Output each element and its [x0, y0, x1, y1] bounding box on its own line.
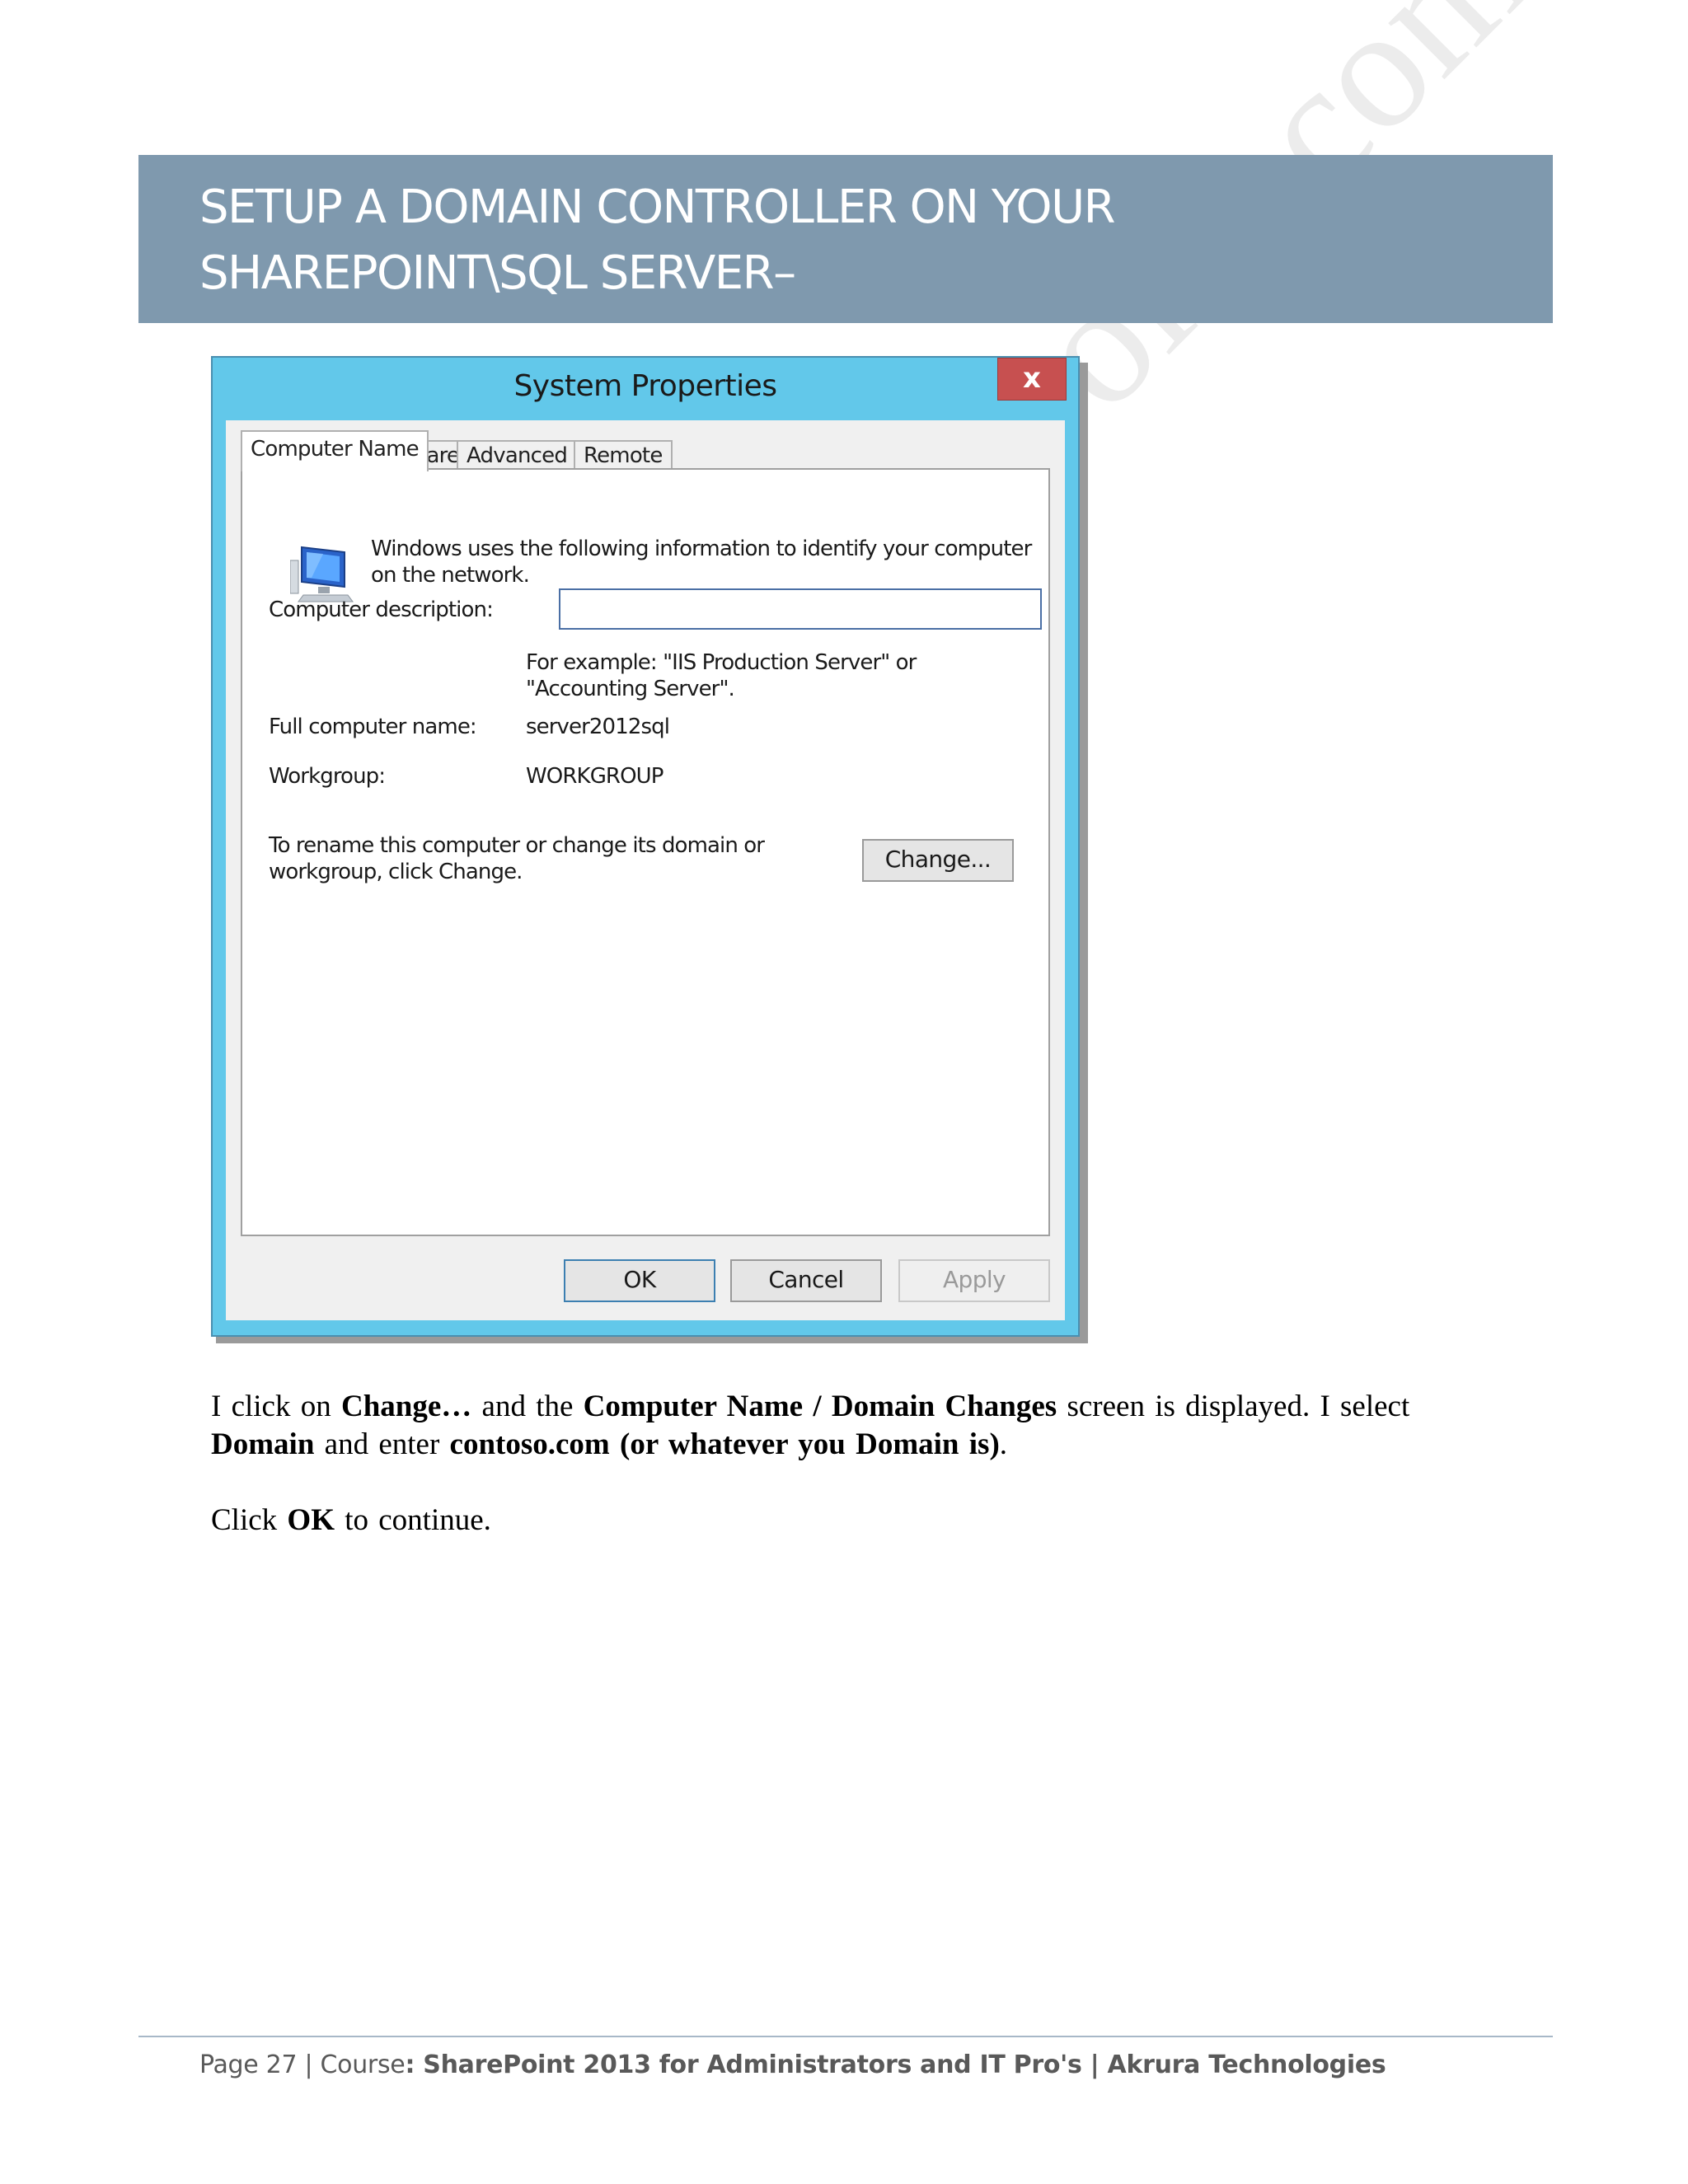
close-button[interactable]: x: [997, 358, 1067, 401]
full-computer-name-value: server2012sql: [526, 715, 670, 739]
instruction-paragraph: I click on Change… and the Computer Name…: [211, 1388, 1472, 1464]
footer-page-number: Page 27 | Course: [199, 2050, 406, 2079]
page-footer: Page 27 | Course: SharePoint 2013 for Ad…: [199, 2050, 1386, 2079]
body-bold-domain: Domain: [211, 1427, 315, 1461]
dialog-title: System Properties: [513, 369, 777, 403]
workgroup-value: WORKGROUP: [526, 764, 663, 789]
intro-text-line-1: Windows uses the following information t…: [371, 537, 1032, 561]
cancel-button[interactable]: Cancel: [730, 1259, 882, 1302]
full-computer-name-label: Full computer name:: [269, 715, 477, 739]
section-header: SETUP A DOMAIN CONTROLLER ON YOUR SHAREP…: [138, 155, 1553, 323]
system-properties-dialog: System Properties x Computer Name Hardwa…: [211, 356, 1080, 1337]
example-text-line-1: For example: "IIS Production Server" or: [526, 650, 917, 675]
computer-description-input[interactable]: [559, 588, 1042, 630]
workgroup-label: Workgroup:: [269, 764, 386, 789]
change-button[interactable]: Change...: [862, 839, 1014, 882]
footer-divider: [138, 2036, 1553, 2037]
dialog-client-area: Computer Name Hardware Advanced Remote W…: [226, 420, 1065, 1320]
section-title-line-1: SETUP A DOMAIN CONTROLLER ON YOUR: [199, 180, 1115, 234]
body-bold-ok: OK: [287, 1503, 335, 1537]
body-text: to continue.: [334, 1503, 491, 1537]
ok-button[interactable]: OK: [564, 1259, 715, 1302]
body-bold-change: Change…: [340, 1390, 472, 1423]
computer-description-label: Computer description:: [269, 598, 494, 622]
section-title-line-2: SHAREPOINT\SQL SERVER–: [199, 246, 796, 300]
tab-computer-name[interactable]: Computer Name: [241, 430, 429, 471]
body-text: Click: [211, 1503, 288, 1537]
rename-text-line-1: To rename this computer or change its do…: [269, 833, 765, 858]
rename-text-line-2: workgroup, click Change.: [269, 860, 523, 884]
tab-remote[interactable]: Remote: [574, 440, 673, 471]
footer-course-title: : SharePoint 2013 for Administrators and…: [405, 2050, 1386, 2079]
body-text: and enter: [314, 1427, 450, 1461]
body-bold-domain-name: contoso.com (or whatever you Domain is): [449, 1427, 1000, 1461]
body-text: I click on: [211, 1390, 341, 1423]
body-text: screen is displayed. I select: [1057, 1390, 1410, 1423]
intro-text-line-2: on the network.: [371, 563, 530, 588]
example-text-line-2: "Accounting Server".: [526, 677, 735, 701]
body-text: .: [999, 1427, 1008, 1461]
computer-name-panel: Windows uses the following information t…: [241, 468, 1050, 1236]
apply-button[interactable]: Apply: [898, 1259, 1050, 1302]
body-bold-screen-name: Computer Name / Domain Changes: [583, 1390, 1057, 1423]
continue-paragraph: Click OK to continue.: [211, 1502, 1472, 1540]
body-text: and the: [471, 1390, 584, 1423]
tab-advanced[interactable]: Advanced: [457, 440, 578, 471]
